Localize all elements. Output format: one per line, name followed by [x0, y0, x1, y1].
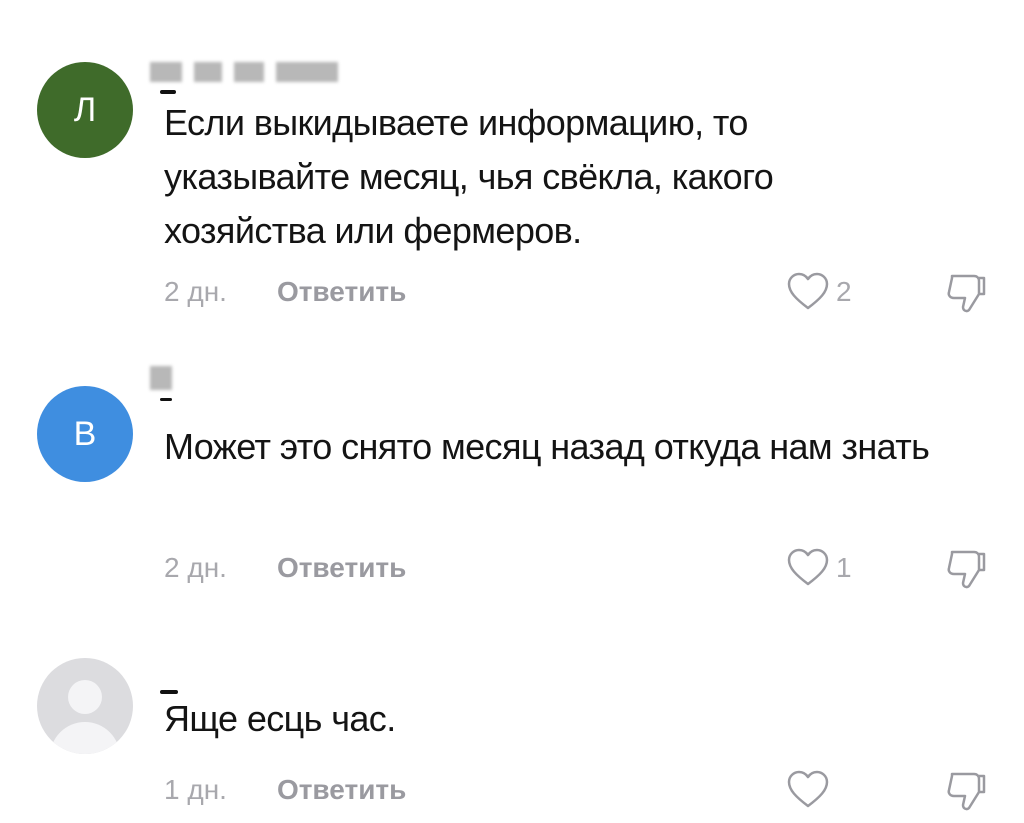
like-button[interactable]: 1 [786, 548, 852, 588]
comment-meta: 1 дн. Ответить [164, 774, 406, 806]
avatar-placeholder-body [50, 722, 120, 754]
username-redacted[interactable] [150, 60, 338, 84]
comment-text: Может это снято месяц назад откуда нам з… [164, 426, 930, 467]
username-redacted[interactable] [150, 366, 172, 390]
reply-button[interactable]: Ответить [277, 552, 406, 584]
reply-button[interactable]: Ответить [277, 276, 406, 308]
like-count: 1 [836, 552, 852, 583]
like-button[interactable] [786, 770, 836, 810]
comment-text: Если выкидываете информацию, то указывай… [164, 102, 774, 251]
like-count: 2 [836, 276, 852, 307]
thumbs-down-outline-icon [947, 772, 986, 811]
avatar-letter: В [73, 414, 97, 453]
username-fragment [160, 90, 176, 94]
dislike-button[interactable] [944, 546, 990, 597]
comment-text: Яще есць час. [164, 698, 396, 739]
heart-outline-icon [787, 770, 829, 808]
username-fragment [160, 398, 172, 401]
avatar-letter: Л [73, 90, 97, 129]
dislike-button[interactable] [944, 270, 990, 321]
comment-time: 2 дн. [164, 552, 227, 583]
thumbs-down-outline-icon [947, 274, 986, 313]
comment-time: 1 дн. [164, 774, 227, 805]
avatar[interactable]: В [37, 386, 133, 482]
comment-time: 2 дн. [164, 276, 227, 307]
comment-meta: 2 дн. Ответить [164, 552, 406, 584]
thumbs-down-outline-icon [947, 550, 986, 589]
comment-meta: 2 дн. Ответить [164, 276, 406, 308]
dislike-button[interactable] [944, 768, 990, 819]
avatar[interactable] [37, 658, 133, 754]
heart-outline-icon [787, 272, 829, 310]
heart-outline-icon [787, 548, 829, 586]
avatar[interactable]: Л [37, 62, 133, 158]
like-button[interactable]: 2 [786, 272, 852, 312]
avatar-placeholder-head [68, 680, 102, 714]
reply-button[interactable]: Ответить [277, 774, 406, 806]
